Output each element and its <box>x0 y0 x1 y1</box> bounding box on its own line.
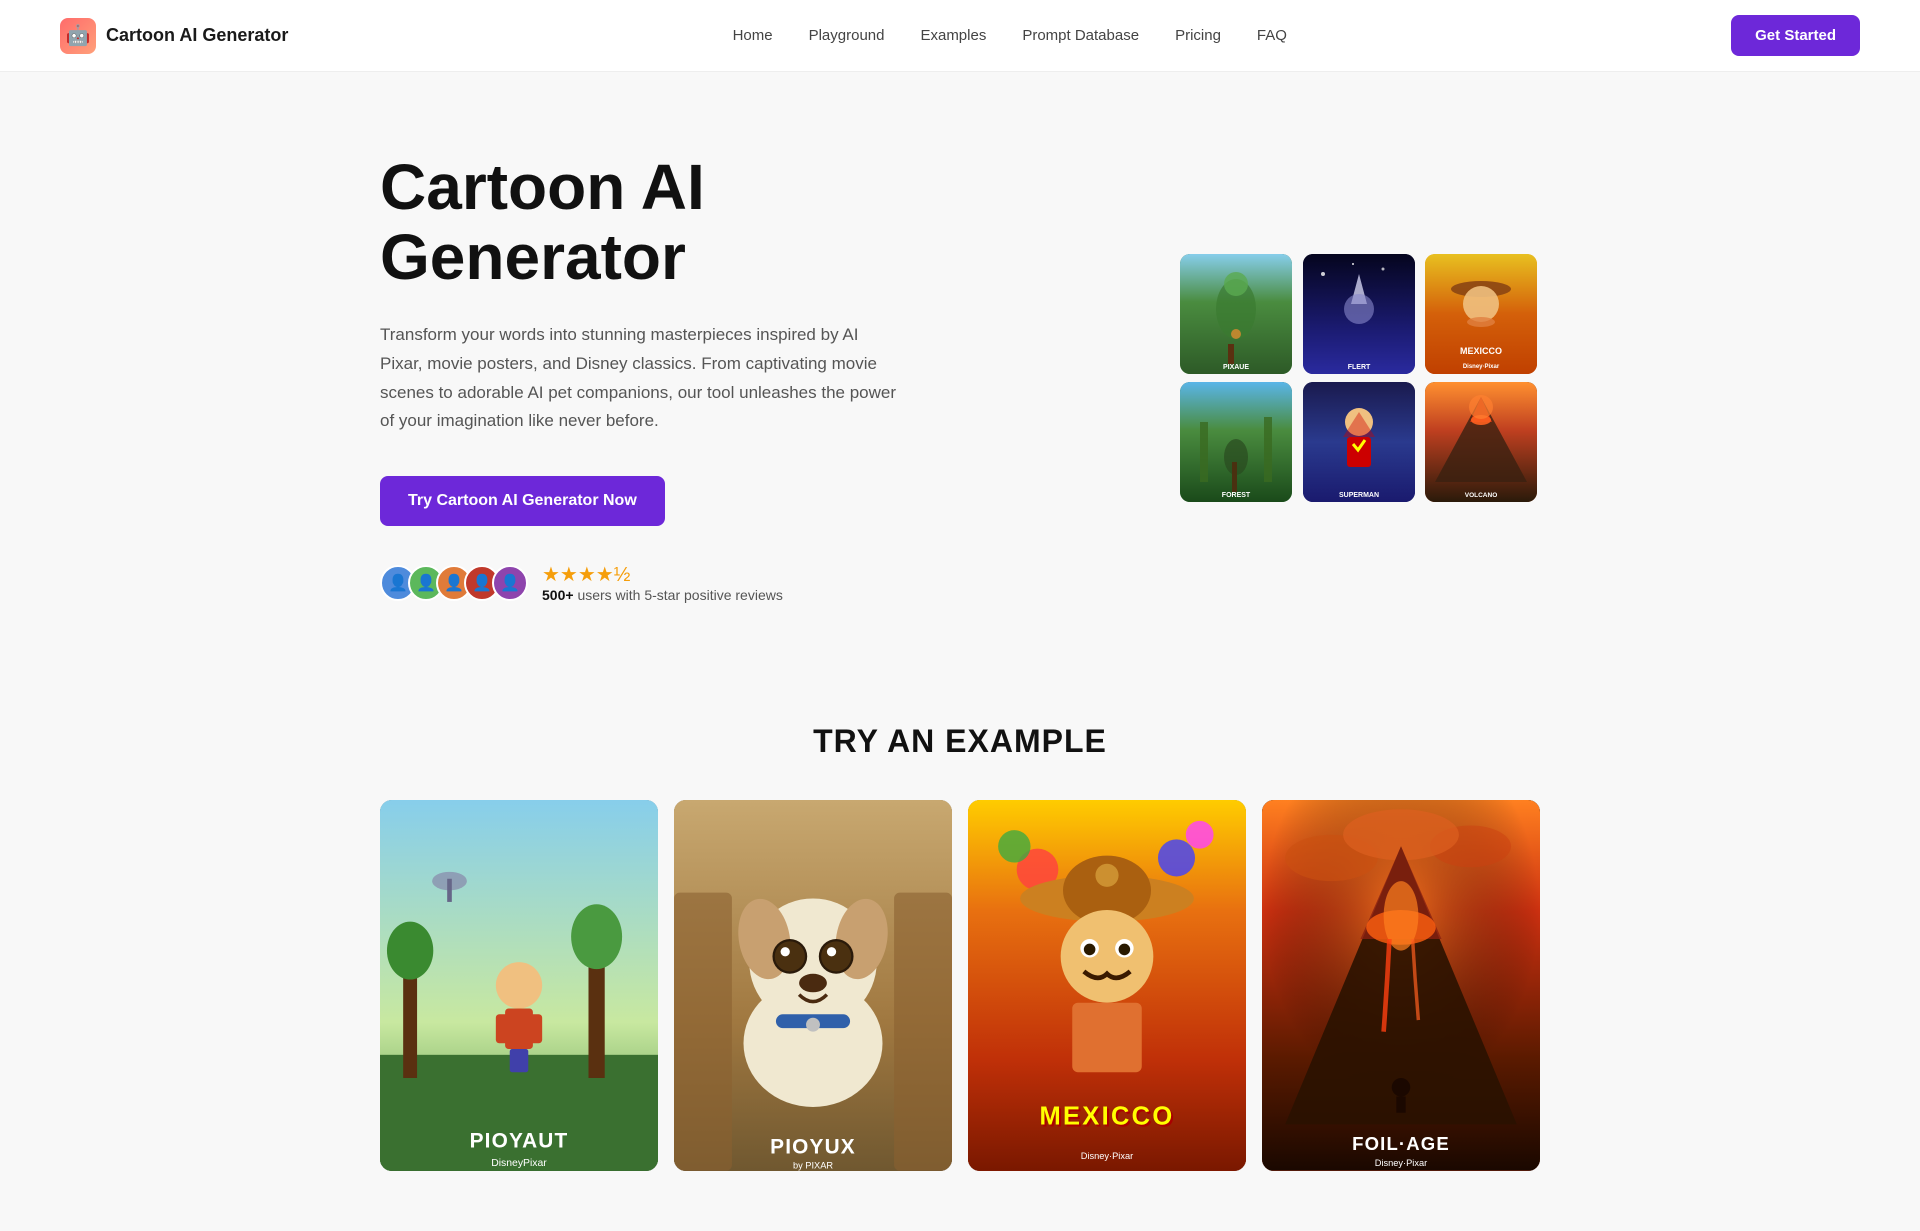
stars-display: ★★★★½ 500+ users with 5-star positive re… <box>542 562 783 603</box>
example-image-volcano: FOIL·AGE Disney·Pixar <box>1262 800 1540 1171</box>
nav-playground[interactable]: Playground <box>809 27 885 44</box>
user-avatars: 👤 👤 👤 👤 👤 <box>380 565 528 601</box>
hero-section: Cartoon AI Generator Transform your word… <box>320 72 1600 663</box>
hero-image-space: FLERT <box>1303 254 1415 374</box>
hero-image-forest2: FOREST <box>1180 382 1292 502</box>
hero-image-superman: SUPERMAN <box>1303 382 1415 502</box>
hero-image-mexico: MEXICCO Disney·Pixar <box>1425 254 1537 374</box>
example-card-dog[interactable]: PIOYUX by PIXAR <box>674 800 952 1171</box>
hero-image-volcano: VOLCANO <box>1425 382 1537 502</box>
svg-text:MEXICCO: MEXICCO <box>1460 346 1502 356</box>
svg-text:FLERT: FLERT <box>1347 364 1370 371</box>
hero-description: Transform your words into stunning maste… <box>380 321 900 437</box>
nav-home[interactable]: Home <box>733 27 773 44</box>
try-now-button[interactable]: Try Cartoon AI Generator Now <box>380 476 665 526</box>
svg-text:VOLCANO: VOLCANO <box>1465 492 1498 499</box>
brand-icon: 🤖 <box>60 18 96 54</box>
hero-left-content: Cartoon AI Generator Transform your word… <box>380 152 980 603</box>
svg-text:FOIL·AGE: FOIL·AGE <box>1352 1133 1450 1154</box>
nav-prompt-database[interactable]: Prompt Database <box>1022 27 1139 44</box>
svg-text:Disney·Pixar: Disney·Pixar <box>1081 1151 1133 1161</box>
navbar: 🤖 Cartoon AI Generator Home Playground E… <box>0 0 1920 72</box>
nav-examples[interactable]: Examples <box>920 27 986 44</box>
examples-title: TRY AN EXAMPLE <box>380 723 1540 760</box>
svg-text:PIOYAUT: PIOYAUT <box>470 1130 569 1153</box>
star-rating: ★★★★½ <box>542 562 783 587</box>
svg-text:PIXAUE: PIXAUE <box>1223 364 1249 371</box>
hero-title: Cartoon AI Generator <box>380 152 980 293</box>
reviews-row: 👤 👤 👤 👤 👤 ★★★★½ 500+ users with 5-star p… <box>380 562 980 603</box>
example-image-dog: PIOYUX by PIXAR <box>674 800 952 1171</box>
svg-text:PIOYUX: PIOYUX <box>770 1136 856 1159</box>
example-image-mexicco: MEXICCO Disney·Pixar <box>968 800 1246 1171</box>
svg-text:Disney·Pixar: Disney·Pixar <box>1375 1158 1427 1168</box>
nav-pricing[interactable]: Pricing <box>1175 27 1221 44</box>
svg-text:by PIXAR: by PIXAR <box>793 1161 833 1171</box>
svg-text:FOREST: FOREST <box>1222 492 1251 499</box>
nav-faq[interactable]: FAQ <box>1257 27 1287 44</box>
examples-section: TRY AN EXAMPLE <box>320 723 1600 1231</box>
example-card-mexicco[interactable]: MEXICCO Disney·Pixar <box>968 800 1246 1171</box>
examples-grid: PIOYAUT DisneyPixar <box>380 800 1540 1171</box>
svg-text:DisneyPixar: DisneyPixar <box>491 1158 547 1169</box>
nav-links: Home Playground Examples Prompt Database… <box>733 27 1287 45</box>
get-started-button[interactable]: Get Started <box>1731 15 1860 56</box>
svg-text:Disney·Pixar: Disney·Pixar <box>1463 364 1500 370</box>
example-card-pioneer[interactable]: PIOYAUT DisneyPixar <box>380 800 658 1171</box>
svg-text:SUPERMAN: SUPERMAN <box>1339 492 1379 499</box>
brand-name: Cartoon AI Generator <box>106 25 288 46</box>
brand-logo[interactable]: 🤖 Cartoon AI Generator <box>60 18 288 54</box>
avatar-5: 👤 <box>492 565 528 601</box>
example-card-volcano[interactable]: FOIL·AGE Disney·Pixar <box>1262 800 1540 1171</box>
hero-image-forest: PIXAUE <box>1180 254 1292 374</box>
example-image-pioneer: PIOYAUT DisneyPixar <box>380 800 658 1171</box>
hero-image-grid: PIXAUE FLERT MEXICCO <box>1180 254 1540 502</box>
review-text: 500+ users with 5-star positive reviews <box>542 587 783 603</box>
svg-text:MEXICCO: MEXICCO <box>1039 1103 1174 1131</box>
